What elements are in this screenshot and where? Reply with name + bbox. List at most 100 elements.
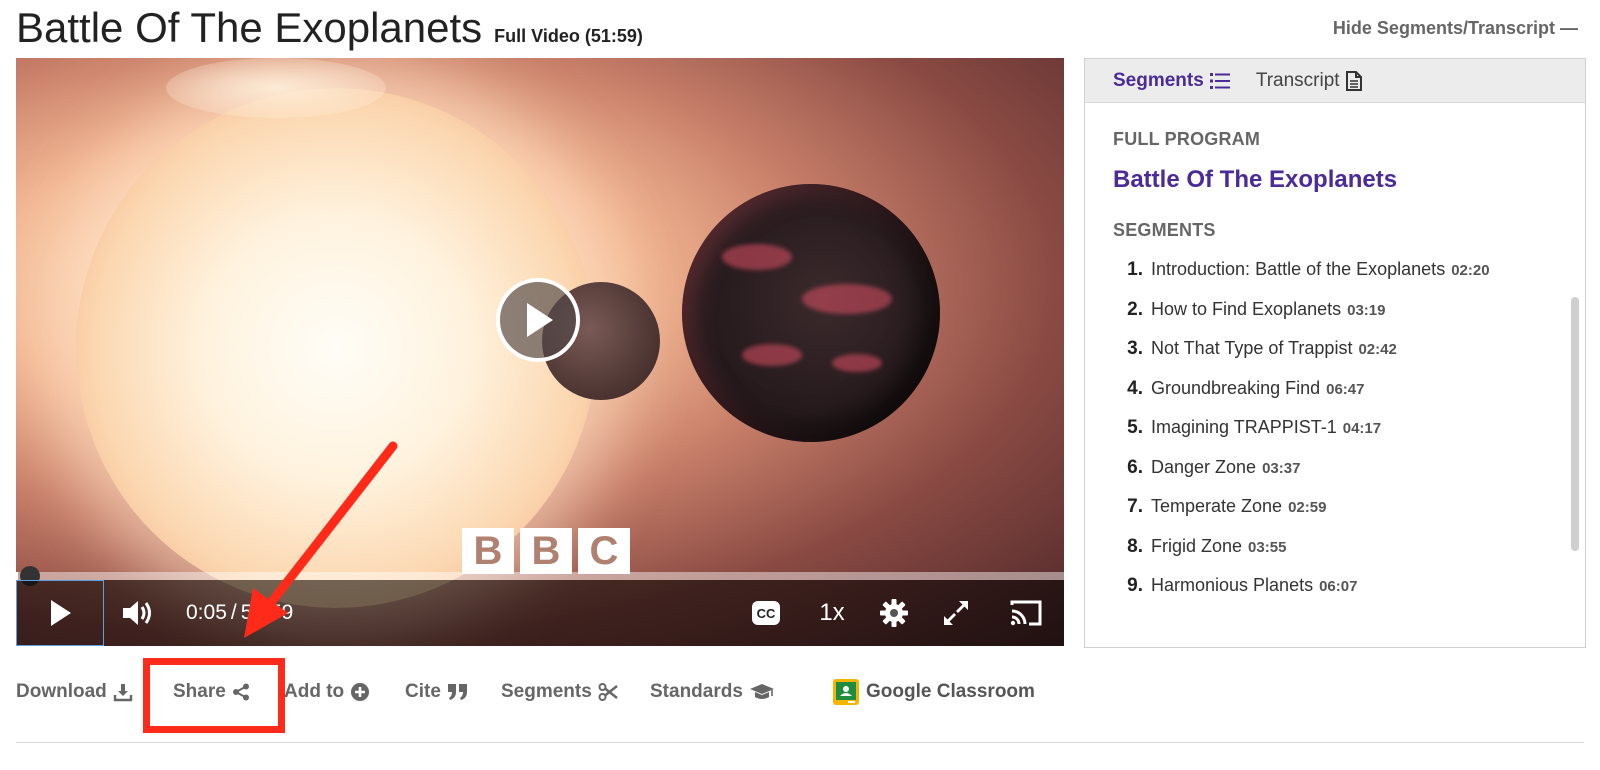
control-bar: 0:05 / 51:59 CC 1x bbox=[16, 580, 1064, 646]
segment-title: Temperate Zone bbox=[1151, 496, 1283, 516]
progress-bar[interactable] bbox=[16, 572, 1064, 580]
segment-title: Harmonious Planets bbox=[1151, 575, 1314, 595]
segment-title: Danger Zone bbox=[1151, 456, 1257, 477]
google-classroom-button[interactable]: Google Classroom bbox=[832, 672, 1035, 712]
panel-scrollbar[interactable] bbox=[1571, 297, 1579, 551]
download-icon bbox=[113, 684, 132, 702]
segment-item[interactable]: 3. Not That Type of Trappist 02:42 bbox=[1113, 338, 1585, 378]
cite-label: Cite bbox=[405, 681, 441, 702]
segments-list: 1. Introduction: Battle of the Exoplanets… bbox=[1113, 259, 1585, 615]
fullscreen-icon bbox=[944, 601, 968, 625]
segment-item[interactable]: 6. Danger Zone 03:37 bbox=[1113, 457, 1585, 497]
cast-button[interactable] bbox=[1004, 580, 1048, 646]
segments-panel: Segments Transcript FULL PROGRAM Battle … bbox=[1084, 58, 1586, 648]
cc-icon: CC bbox=[752, 601, 780, 625]
scissors-icon bbox=[598, 683, 618, 701]
segment-title: How to Find Exoplanets bbox=[1151, 298, 1342, 319]
segment-duration: 02:20 bbox=[1451, 262, 1490, 279]
segment-item[interactable]: 4. Groundbreaking Find 06:47 bbox=[1113, 378, 1585, 418]
quote-icon bbox=[447, 684, 467, 700]
closed-captions-button[interactable]: CC bbox=[744, 580, 788, 646]
title-row: Battle Of The Exoplanets Full Video (51:… bbox=[16, 0, 643, 56]
segment-number: 3. bbox=[1127, 338, 1143, 359]
volume-button[interactable] bbox=[116, 580, 160, 646]
segment-number: 5. bbox=[1127, 417, 1143, 438]
add-to-label: Add to bbox=[284, 681, 345, 702]
segment-duration: 06:07 bbox=[1319, 578, 1358, 595]
list-icon bbox=[1209, 72, 1230, 89]
share-button[interactable]: Share bbox=[173, 672, 250, 712]
google-classroom-icon bbox=[833, 679, 859, 705]
time-display: 0:05 / 51:59 bbox=[186, 580, 293, 646]
playback-speed-button[interactable]: 1x bbox=[812, 580, 852, 646]
segment-duration: 02:59 bbox=[1288, 499, 1327, 516]
segments-label: Segments bbox=[501, 681, 592, 702]
add-to-button[interactable]: Add to bbox=[284, 672, 370, 712]
full-video-duration: Full Video (51:59) bbox=[494, 26, 643, 46]
cast-icon bbox=[1010, 600, 1042, 626]
segment-number: 8. bbox=[1127, 535, 1143, 557]
panel-tabs: Segments Transcript bbox=[1085, 59, 1585, 103]
segment-number: 1. bbox=[1127, 259, 1143, 280]
tab-transcript-label: Transcript bbox=[1255, 69, 1340, 91]
big-play-button[interactable] bbox=[496, 278, 580, 362]
panel-body: FULL PROGRAM Battle Of The Exoplanets SE… bbox=[1085, 103, 1585, 615]
segment-title: Not That Type of Trappist bbox=[1151, 338, 1353, 358]
segments-label: SEGMENTS bbox=[1113, 220, 1216, 240]
plus-circle-icon bbox=[351, 683, 370, 701]
gear-icon bbox=[880, 599, 908, 627]
volume-icon bbox=[123, 601, 151, 625]
fullscreen-button[interactable] bbox=[936, 580, 976, 646]
segment-item[interactable]: 2. How to Find Exoplanets 03:19 bbox=[1113, 299, 1585, 339]
download-button[interactable]: Download bbox=[16, 672, 133, 712]
play-icon bbox=[527, 303, 553, 337]
segment-title: Frigid Zone bbox=[1151, 535, 1243, 556]
logo-letter: B bbox=[520, 528, 572, 574]
standards-label: Standards bbox=[650, 681, 743, 702]
share-icon bbox=[232, 683, 249, 701]
total-duration: 51:59 bbox=[240, 601, 294, 624]
settings-button[interactable] bbox=[874, 580, 914, 646]
share-label: Share bbox=[173, 681, 226, 702]
tab-transcript[interactable]: Transcript bbox=[1256, 70, 1362, 92]
segment-duration: 04:17 bbox=[1342, 420, 1382, 437]
logo-letter: B bbox=[462, 528, 514, 574]
download-label: Download bbox=[16, 681, 107, 702]
segment-duration: 06:47 bbox=[1326, 380, 1365, 398]
page-title: Battle Of The Exoplanets bbox=[16, 4, 483, 51]
tab-segments-label: Segments bbox=[1113, 69, 1204, 91]
segment-number: 2. bbox=[1127, 298, 1143, 320]
segment-number: 6. bbox=[1127, 456, 1143, 478]
segment-item[interactable]: 7. Temperate Zone 02:59 bbox=[1113, 496, 1585, 536]
segment-item[interactable]: 8. Frigid Zone 03:55 bbox=[1113, 536, 1585, 576]
bbc-logo: B B C bbox=[462, 528, 630, 574]
segment-number: 7. bbox=[1127, 496, 1143, 517]
segment-item[interactable]: 9. Harmonious Planets 06:07 bbox=[1113, 575, 1585, 615]
video-player[interactable]: B B C 0:05 / 51:59 CC 1x bbox=[16, 58, 1064, 646]
progress-fill bbox=[16, 572, 19, 580]
hide-segments-transcript-toggle[interactable]: Hide Segments/Transcript — bbox=[1333, 18, 1578, 39]
current-time: 0:05 bbox=[186, 601, 227, 624]
logo-letter: C bbox=[578, 528, 630, 574]
large-planet bbox=[682, 184, 940, 442]
standards-button[interactable]: Standards bbox=[650, 672, 775, 712]
time-separator: / bbox=[230, 601, 237, 624]
segment-number: 4. bbox=[1127, 377, 1143, 399]
cite-button[interactable]: Cite bbox=[405, 672, 469, 712]
segment-item[interactable]: 1. Introduction: Battle of the Exoplanets… bbox=[1113, 259, 1585, 299]
segment-item[interactable]: 5. Imagining TRAPPIST-1 04:17 bbox=[1113, 417, 1585, 457]
graduation-cap-icon bbox=[749, 684, 774, 699]
segment-duration: 03:55 bbox=[1248, 538, 1287, 556]
segment-duration: 03:37 bbox=[1262, 459, 1301, 477]
video-toolbar: Download Share Add to Cite Segments Stan… bbox=[16, 672, 1064, 712]
program-title-link[interactable]: Battle Of The Exoplanets bbox=[1113, 166, 1585, 194]
full-program-label: FULL PROGRAM bbox=[1113, 129, 1261, 149]
segment-title: Introduction: Battle of the Exoplanets bbox=[1151, 259, 1446, 279]
segments-clip-button[interactable]: Segments bbox=[501, 672, 618, 712]
segment-duration: 03:19 bbox=[1347, 301, 1386, 319]
segment-title: Groundbreaking Find bbox=[1151, 377, 1321, 398]
play-button[interactable] bbox=[16, 580, 104, 646]
solar-flare bbox=[166, 58, 386, 118]
toolbar-divider bbox=[16, 742, 1584, 743]
tab-segments[interactable]: Segments bbox=[1113, 70, 1230, 92]
